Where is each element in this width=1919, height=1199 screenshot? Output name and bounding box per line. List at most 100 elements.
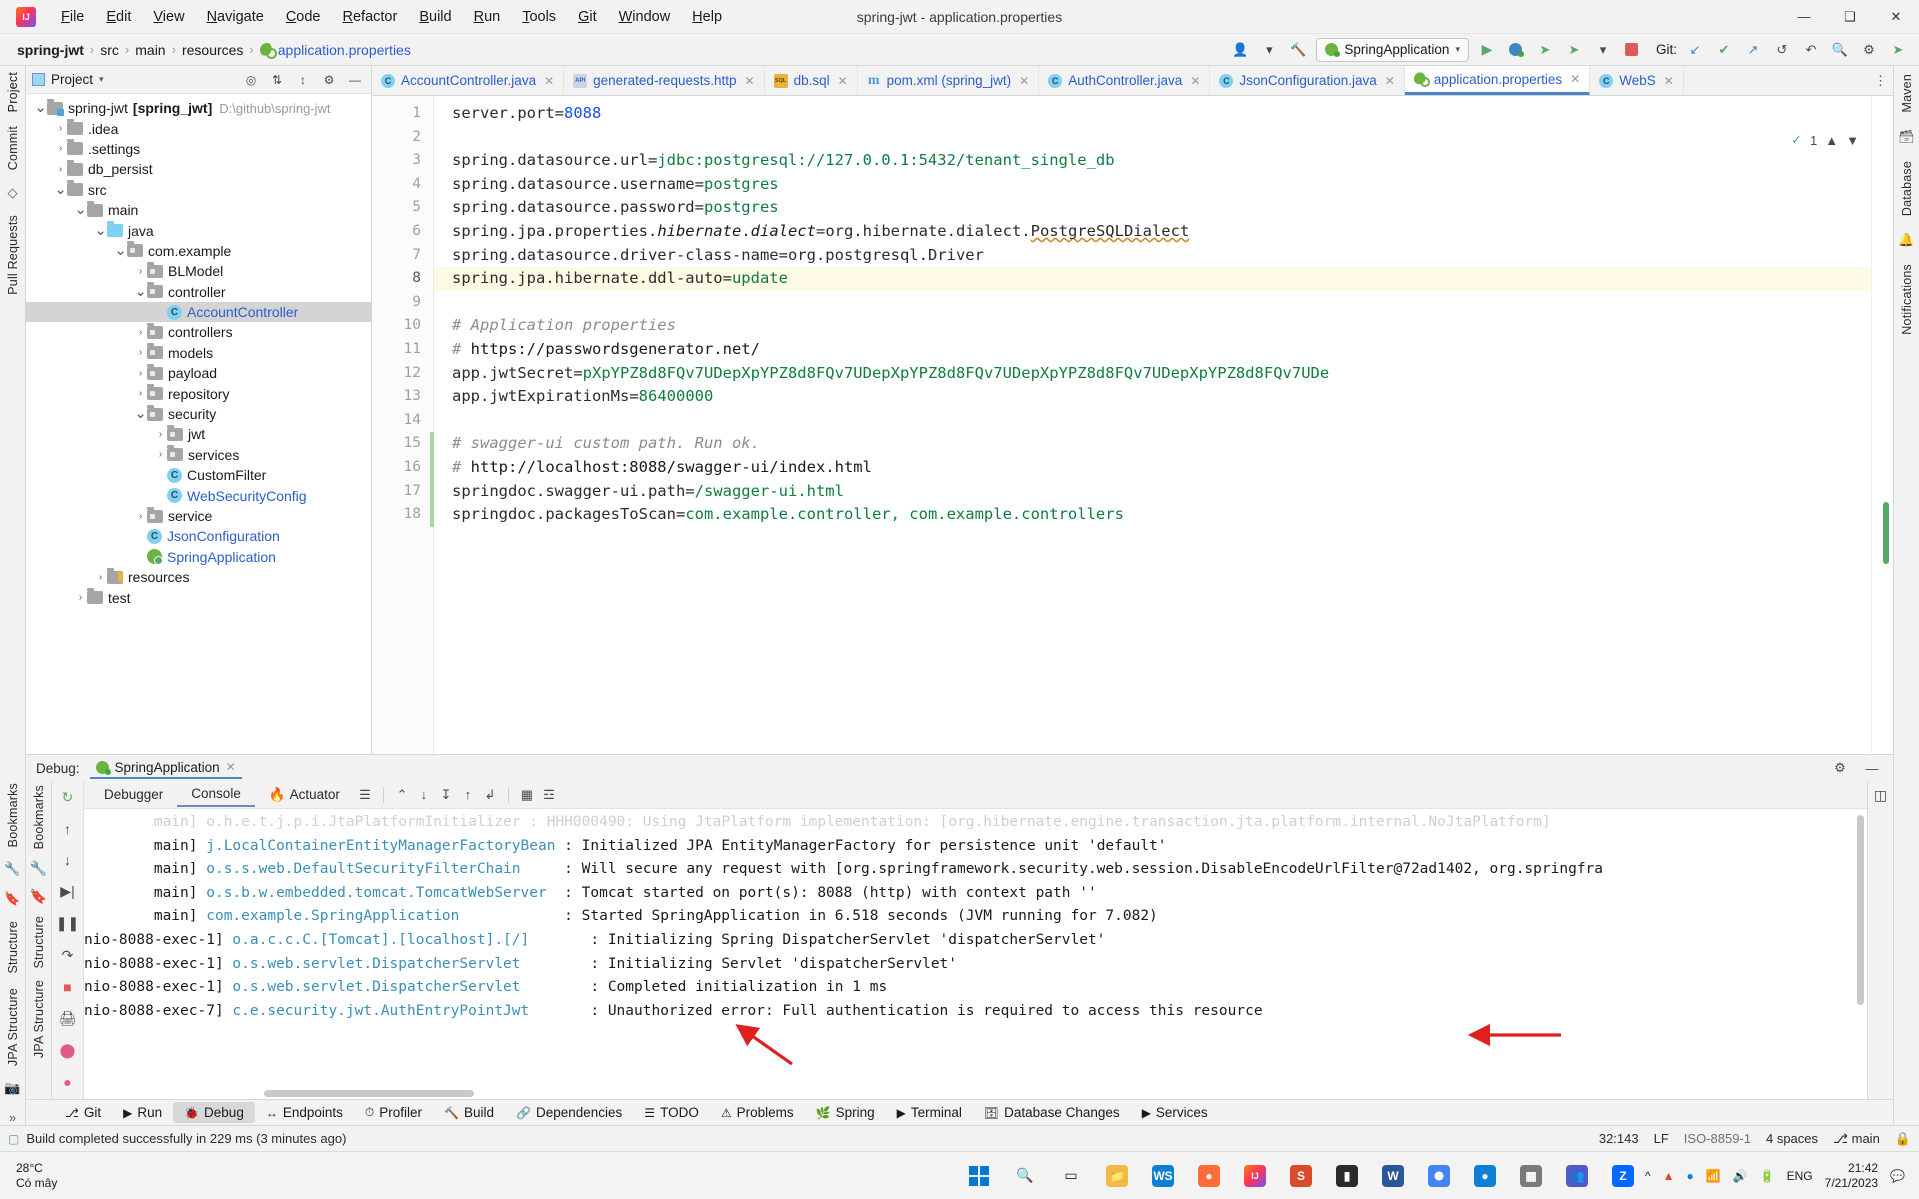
tree-node-controller[interactable]: ⌄ controller <box>26 282 371 302</box>
git-commit-icon[interactable]: ✔ <box>1713 39 1735 61</box>
chevron-down-icon[interactable]: ▾ <box>1592 39 1614 61</box>
menu-code[interactable]: Code <box>275 4 332 30</box>
console-action-icon[interactable]: ☲ <box>538 785 560 805</box>
code-line[interactable]: springdoc.packagesToScan=com.example.con… <box>452 503 1871 527</box>
tree-node-service[interactable]: › service <box>26 506 371 526</box>
terminal-button[interactable]: ▮ <box>1325 1154 1369 1198</box>
print-icon[interactable]: 🖨 <box>59 1010 77 1027</box>
intellij-button[interactable]: IJ <box>1233 1154 1277 1198</box>
collapse-all-icon[interactable]: ↕ <box>293 70 313 90</box>
close-tab-icon[interactable]: ✕ <box>544 74 554 88</box>
breadcrumb-item-application-properties[interactable]: application.properties <box>255 40 416 60</box>
tool-window-button-profiler[interactable]: ⏱ Profiler <box>354 1102 433 1123</box>
line-number[interactable]: 8 <box>372 267 433 291</box>
line-number[interactable]: 5 <box>372 196 433 220</box>
notification-center-icon[interactable]: 💬 <box>1890 1169 1905 1183</box>
code-line[interactable]: springdoc.swagger-ui.path=/swagger-ui.ht… <box>452 480 1871 504</box>
tool-window-database[interactable]: Database <box>1900 161 1914 216</box>
caret-position[interactable]: 32:143 <box>1599 1131 1639 1146</box>
chevron-right-icon[interactable]: › <box>134 368 147 379</box>
profile-run-button[interactable]: ➤ <box>1563 39 1585 61</box>
code-line[interactable]: app.jwtExpirationMs=86400000 <box>452 385 1871 409</box>
tree-node-payload[interactable]: › payload <box>26 363 371 383</box>
camera-icon[interactable]: 📷 <box>4 1080 20 1096</box>
line-number[interactable]: 10 <box>372 314 433 338</box>
edge-button[interactable]: ● <box>1463 1154 1507 1198</box>
code-line[interactable]: # swagger-ui custom path. Run ok. <box>452 432 1871 456</box>
chevron-right-icon[interactable]: › <box>54 164 67 175</box>
tool-window-button-git[interactable]: ⎇ Git <box>54 1102 112 1123</box>
editor-tab-webs[interactable]: C WebS ✕ <box>1590 66 1684 95</box>
code-line[interactable]: spring.jpa.properties.hibernate.dialect=… <box>452 220 1871 244</box>
close-tab-icon[interactable]: ✕ <box>838 74 848 88</box>
profile-icon[interactable]: 👤 <box>1229 39 1251 61</box>
tool-window-pull-requests[interactable]: Pull Requests <box>6 215 20 295</box>
tree-node-db-persist[interactable]: › db_persist <box>26 159 371 179</box>
chrome-button[interactable] <box>1417 1154 1461 1198</box>
breadcrumb-item-spring-jwt[interactable]: spring-jwt <box>12 40 89 60</box>
tray-chevron-icon[interactable]: ^ <box>1645 1169 1651 1183</box>
step-down-icon[interactable]: ↓ <box>64 852 71 868</box>
chevron-down-icon[interactable]: ⌄ <box>34 100 47 115</box>
close-tab-icon[interactable]: ✕ <box>1570 72 1580 86</box>
tree-node-com-example[interactable]: ⌄ com.example <box>26 241 371 261</box>
bookmark-icon[interactable]: 🔖 <box>30 888 47 905</box>
mute-icon[interactable]: ● <box>63 1074 71 1090</box>
file-explorer-button[interactable]: 📁 <box>1095 1154 1139 1198</box>
tool-window-button-build[interactable]: 🔨 Build <box>433 1102 505 1123</box>
line-number[interactable]: 11 <box>372 338 433 362</box>
minimize-button[interactable]: — <box>1781 0 1827 34</box>
breadcrumb-item-main[interactable]: main <box>130 40 170 60</box>
code-line[interactable]: app.jwtSecret=pXpYPZ8d8FQv7UDepXpYPZ8d8F… <box>452 362 1871 386</box>
tree-node-repository[interactable]: › repository <box>26 383 371 403</box>
tree-node-main[interactable]: ⌄ main <box>26 200 371 220</box>
console-action-icon[interactable]: ↑ <box>457 785 479 805</box>
tool-window-structure[interactable]: Structure <box>6 921 20 974</box>
chevron-down-icon[interactable]: ⌄ <box>94 223 107 238</box>
tree-node-jwt[interactable]: › jwt <box>26 424 371 444</box>
stop-icon[interactable]: ■ <box>63 979 71 995</box>
tool-window-button-terminal[interactable]: ▶ Terminal <box>886 1102 973 1123</box>
code-line[interactable]: spring.jpa.hibernate.ddl-auto=update <box>434 267 1871 291</box>
tray-icon-4[interactable]: 🔊 <box>1733 1169 1748 1183</box>
editor-tab-db-sql[interactable]: db.sql ✕ <box>765 66 858 95</box>
tool-window-button-services[interactable]: ▶ Services <box>1131 1102 1219 1123</box>
resume-icon[interactable]: ▶| <box>60 883 74 900</box>
ws-app-button[interactable]: WS <box>1141 1154 1185 1198</box>
git-rollback-icon[interactable]: ↶ <box>1800 39 1822 61</box>
breakpoints-icon[interactable]: ⬤ <box>60 1042 76 1059</box>
editor-code[interactable]: server.port=8088 spring.datasource.url=j… <box>434 96 1871 754</box>
tool-window-commit[interactable]: Commit <box>6 126 20 170</box>
git-update-icon[interactable]: ↙ <box>1684 39 1706 61</box>
tree-node-src[interactable]: ⌄ src <box>26 180 371 200</box>
line-number[interactable]: 6 <box>372 220 433 244</box>
tab-overflow-actions[interactable]: ⋮ <box>1868 66 1893 95</box>
chevron-down-icon[interactable]: ⌄ <box>54 182 67 197</box>
chevron-right-icon[interactable]: › <box>74 592 87 603</box>
clock-widget[interactable]: 21:42 7/21/2023 <box>1825 1161 1878 1191</box>
indent-setting[interactable]: 4 spaces <box>1766 1131 1818 1146</box>
tree-node-websecurityconfig[interactable]: C WebSecurityConfig <box>26 485 371 505</box>
tool-window-bookmarks[interactable]: Bookmarks <box>32 785 46 849</box>
code-line[interactable] <box>452 291 1871 315</box>
menu-build[interactable]: Build <box>408 4 462 30</box>
tool-window-button-problems[interactable]: ⚠ Problems <box>710 1102 805 1123</box>
console-action-icon[interactable]: ↧ <box>435 785 457 805</box>
tray-icon-2[interactable]: ● <box>1687 1169 1694 1183</box>
git-push-icon[interactable]: ↗ <box>1742 39 1764 61</box>
chevron-down-icon[interactable]: ⌄ <box>74 202 87 217</box>
code-line[interactable]: spring.datasource.url=jdbc:postgresql://… <box>452 149 1871 173</box>
next-highlight-icon[interactable]: ▼ <box>1846 133 1859 148</box>
console-output[interactable]: main] o.h.e.t.j.p.i.JtaPlatformInitializ… <box>84 809 1867 1099</box>
code-line[interactable]: # Application properties <box>452 314 1871 338</box>
code-line[interactable] <box>452 409 1871 433</box>
line-number[interactable]: 17 <box>372 480 433 504</box>
editor-tab-generated-requests-http[interactable]: generated-requests.http ✕ <box>564 66 765 95</box>
chevron-right-icon[interactable]: › <box>94 572 107 583</box>
gear-icon[interactable]: ⚙ <box>1829 758 1851 778</box>
more-tabs-icon[interactable]: ⋮ <box>1874 73 1887 89</box>
layout-icon[interactable]: ◫ <box>1874 787 1887 804</box>
chevron-right-icon[interactable]: › <box>154 449 167 460</box>
tree-node--idea[interactable]: › .idea <box>26 118 371 138</box>
menu-navigate[interactable]: Navigate <box>196 4 275 30</box>
